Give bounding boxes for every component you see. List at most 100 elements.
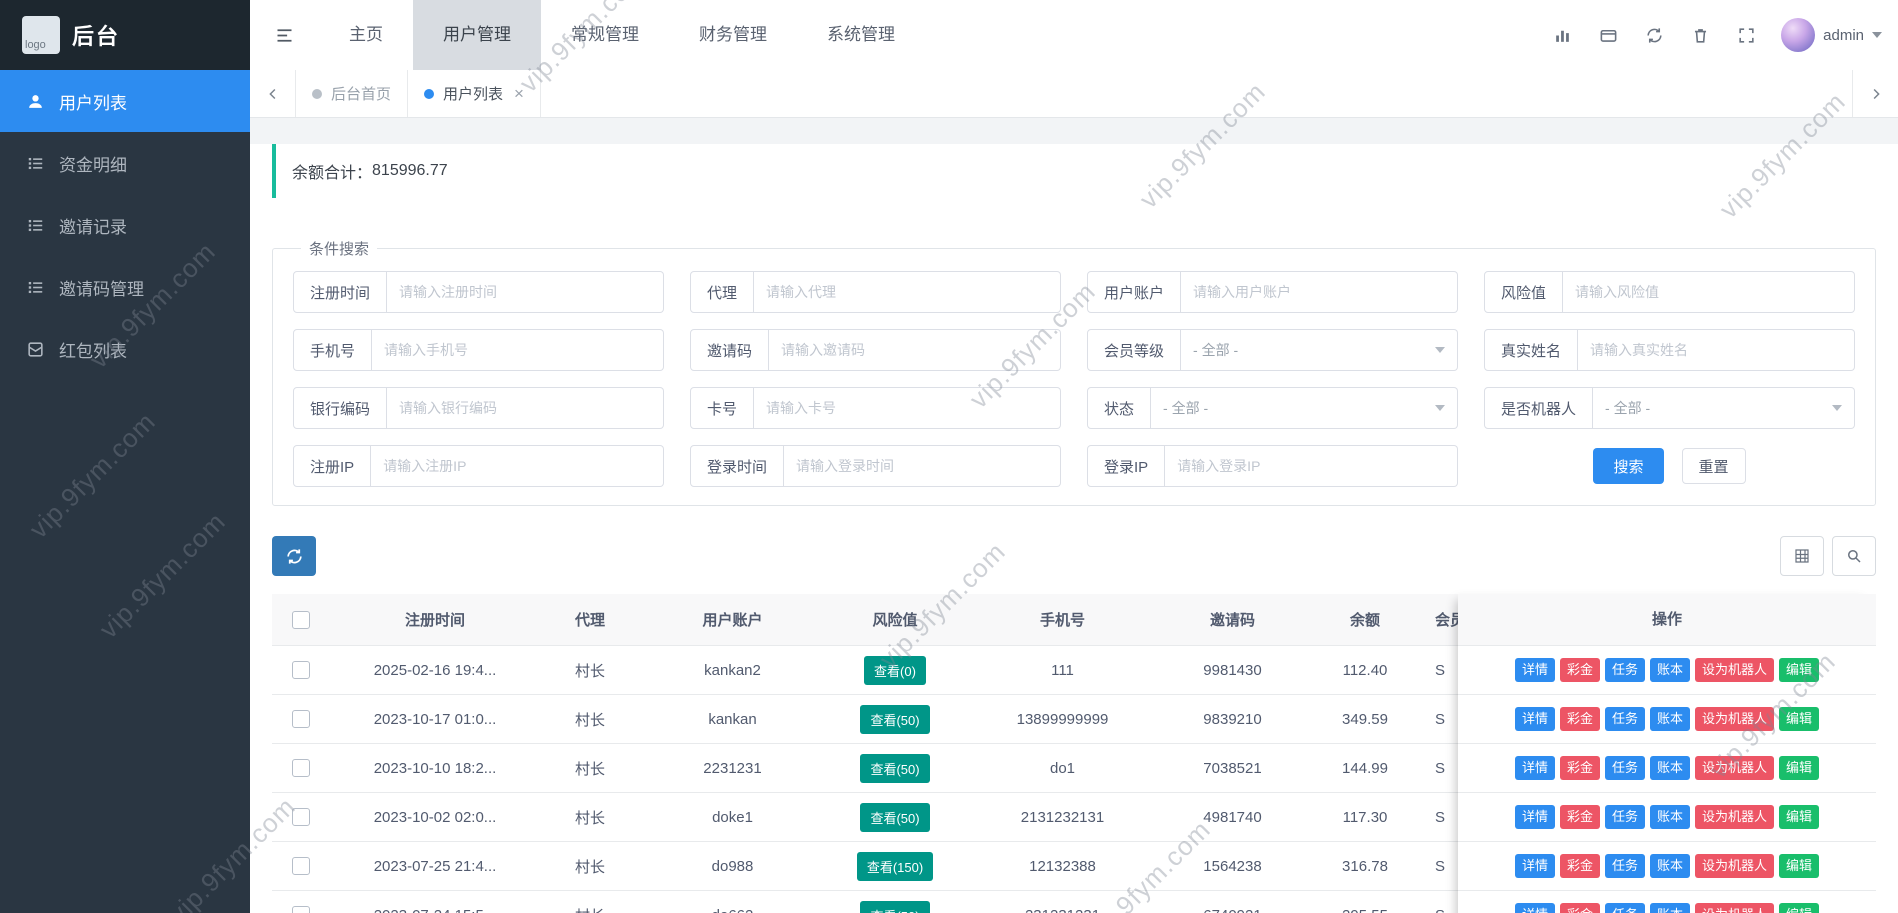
risk-view-button[interactable]: 查看(150) (856, 851, 934, 881)
ledger-button[interactable]: 账本 (1650, 853, 1691, 879)
edit-button[interactable]: 编辑 (1779, 853, 1820, 879)
risk-view-button[interactable]: 查看(0) (864, 655, 926, 685)
sidebar-toggle-icon[interactable] (250, 0, 319, 70)
tab-0[interactable]: 后台首页 (296, 70, 409, 117)
row-checkbox[interactable] (292, 759, 310, 777)
columns-grid-icon[interactable] (1780, 536, 1824, 576)
trash-icon[interactable] (1677, 0, 1723, 70)
set-robot-button[interactable]: 设为机器人 (1695, 706, 1775, 732)
row-checkbox[interactable] (292, 857, 310, 875)
task-button[interactable]: 任务 (1604, 706, 1645, 732)
task-button[interactable]: 任务 (1604, 853, 1645, 879)
edit-button[interactable]: 编辑 (1779, 657, 1820, 683)
tab-close-icon[interactable]: × (514, 84, 524, 104)
field-select-10[interactable]: - 全部 - (1151, 387, 1458, 429)
cell-risk: 查看(50) (825, 793, 965, 842)
field-input-5[interactable] (769, 329, 1061, 371)
fullscreen-icon[interactable] (1723, 0, 1769, 70)
ledger-button[interactable]: 账本 (1650, 804, 1691, 830)
ledger-button[interactable]: 账本 (1650, 706, 1691, 732)
task-button[interactable]: 任务 (1604, 902, 1645, 913)
set-robot-button[interactable]: 设为机器人 (1695, 902, 1775, 913)
edit-button[interactable]: 编辑 (1779, 755, 1820, 781)
sidebar-item-1[interactable]: 资金明细 (0, 132, 250, 194)
chart-bar-icon[interactable] (1539, 0, 1585, 70)
reset-button[interactable]: 重置 (1681, 448, 1746, 484)
field-input-2[interactable] (1181, 271, 1458, 313)
edit-button[interactable]: 编辑 (1779, 902, 1820, 913)
set-robot-button[interactable]: 设为机器人 (1695, 755, 1775, 781)
bonus-button[interactable]: 彩金 (1559, 755, 1600, 781)
field-label: 注册时间 (293, 271, 388, 313)
column-header-1: 代理 (540, 594, 640, 646)
search-toggle-icon[interactable] (1832, 536, 1876, 576)
caret-down-icon (1435, 405, 1445, 411)
search-grid: 注册时间 代理 用户账户 风险值手机号 邀请码 会员等级 - 全部 - 真实姓名银行编码 卡号 状… (293, 267, 1855, 487)
detail-button[interactable]: 详情 (1514, 755, 1555, 781)
field-input-4[interactable] (372, 329, 664, 371)
avatar[interactable] (1781, 18, 1816, 52)
field-input-7[interactable] (1578, 329, 1855, 371)
detail-button[interactable]: 详情 (1514, 853, 1555, 879)
field-select-6[interactable]: - 全部 - (1181, 329, 1458, 371)
set-robot-button[interactable]: 设为机器人 (1695, 804, 1775, 830)
row-checkbox[interactable] (292, 661, 310, 679)
search-legend: 条件搜索 (309, 241, 370, 258)
row-checkbox[interactable] (292, 710, 310, 728)
field-input-8[interactable] (387, 387, 664, 429)
field-select-11[interactable]: - 全部 - (1593, 387, 1855, 429)
bonus-button[interactable]: 彩金 (1559, 706, 1600, 732)
risk-view-button[interactable]: 查看(50) (860, 753, 930, 783)
credit-card-icon[interactable] (1585, 0, 1631, 70)
task-button[interactable]: 任务 (1604, 755, 1645, 781)
refresh-button[interactable] (272, 536, 316, 576)
set-robot-button[interactable]: 设为机器人 (1695, 657, 1775, 683)
nav-item-4[interactable]: 系统管理 (797, 0, 925, 70)
tab-dot (312, 88, 322, 99)
edit-button[interactable]: 编辑 (1779, 706, 1820, 732)
field-input-9[interactable] (754, 387, 1061, 429)
ledger-button[interactable]: 账本 (1650, 902, 1691, 913)
sidebar-item-4[interactable]: 红包列表 (0, 318, 250, 380)
field-input-0[interactable] (387, 271, 664, 313)
nav-item-1[interactable]: 用户管理 (413, 0, 541, 70)
edit-button[interactable]: 编辑 (1779, 804, 1820, 830)
bonus-button[interactable]: 彩金 (1559, 804, 1600, 830)
risk-view-button[interactable]: 查看(50) (860, 802, 930, 832)
risk-view-button[interactable]: 查看(50) (860, 900, 930, 913)
sidebar-item-2[interactable]: 邀请记录 (0, 194, 250, 256)
search-button[interactable]: 搜索 (1593, 448, 1664, 484)
detail-button[interactable]: 详情 (1514, 657, 1555, 683)
detail-button[interactable]: 详情 (1514, 804, 1555, 830)
nav-item-2[interactable]: 常规管理 (541, 0, 669, 70)
ledger-button[interactable]: 账本 (1650, 657, 1691, 683)
tabs-scroll-right-icon[interactable] (1852, 70, 1898, 117)
bonus-button[interactable]: 彩金 (1559, 902, 1600, 913)
field-input-14[interactable] (1165, 445, 1458, 487)
ledger-button[interactable]: 账本 (1650, 755, 1691, 781)
task-button[interactable]: 任务 (1604, 657, 1645, 683)
select-all-checkbox[interactable] (292, 610, 310, 629)
sidebar-item-3[interactable]: 邀请码管理 (0, 256, 250, 318)
sidebar-item-0[interactable]: 用户列表 (0, 70, 250, 132)
nav-item-0[interactable]: 主页 (319, 0, 413, 70)
set-robot-button[interactable]: 设为机器人 (1695, 853, 1775, 879)
refresh-icon[interactable] (1631, 0, 1677, 70)
detail-button[interactable]: 详情 (1514, 902, 1555, 913)
nav-item-3[interactable]: 财务管理 (669, 0, 797, 70)
field-input-3[interactable] (1563, 271, 1855, 313)
bonus-button[interactable]: 彩金 (1559, 657, 1600, 683)
risk-view-button[interactable]: 查看(50) (860, 704, 930, 734)
field-input-12[interactable] (371, 445, 664, 487)
field-input-13[interactable] (784, 445, 1061, 487)
bonus-button[interactable]: 彩金 (1559, 853, 1600, 879)
tab-1[interactable]: 用户列表 × (408, 70, 541, 117)
tabs-scroll-left-icon[interactable] (250, 70, 296, 117)
row-checkbox[interactable] (292, 808, 310, 826)
detail-button[interactable]: 详情 (1514, 706, 1555, 732)
row-checkbox[interactable] (292, 906, 310, 913)
user-name[interactable]: admin (1823, 27, 1864, 44)
task-button[interactable]: 任务 (1604, 804, 1645, 830)
field-input-1[interactable] (754, 271, 1061, 313)
user-menu[interactable]: admin (1781, 18, 1882, 52)
